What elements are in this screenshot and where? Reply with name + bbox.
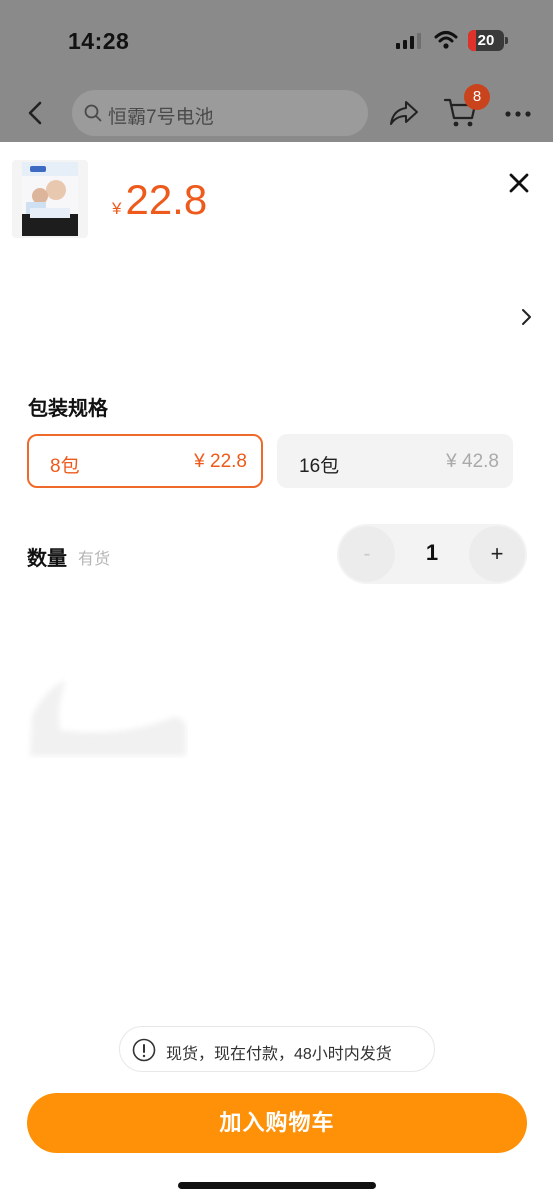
status-bar: 14:28 20 [0, 0, 553, 84]
spec-option-name: 16包 [299, 456, 340, 477]
search-placeholder: 恒霸7号电池 [108, 107, 214, 128]
more-icon[interactable] [504, 110, 532, 118]
shipping-notice-text: 现货，现在付款，48小时内发货 [166, 1046, 392, 1063]
quantity-value[interactable]: 1 [407, 540, 457, 566]
spec-option-16-pack[interactable]: 16包 ¥ 42.8 [277, 434, 513, 488]
add-to-cart-button[interactable]: 加入购物车 [27, 1093, 527, 1153]
increase-button[interactable]: + [469, 526, 525, 582]
price-currency: ¥ [112, 199, 122, 218]
search-icon [84, 104, 102, 122]
search-input[interactable]: 恒霸7号电池 [72, 90, 368, 136]
cart-badge: 8 [464, 84, 490, 110]
share-icon[interactable] [388, 98, 420, 128]
status-time: 14:28 [68, 28, 130, 54]
spec-option-price: ¥ 42.8 [446, 451, 499, 472]
info-icon [132, 1038, 156, 1062]
wifi-icon [434, 31, 458, 49]
close-icon[interactable] [508, 172, 530, 194]
nav-bar: 恒霸7号电池 8 [0, 84, 553, 142]
battery-indicator: 20 [468, 30, 508, 51]
price-value: 22.8 [125, 176, 208, 223]
stock-status: 有货 [78, 551, 111, 568]
product-thumbnail[interactable] [12, 160, 88, 238]
spec-option-8-pack[interactable]: 8包 ¥ 22.8 [27, 434, 263, 488]
blurred-placeholder [30, 680, 186, 756]
battery-level: 20 [477, 32, 495, 49]
product-image [22, 162, 78, 236]
quantity-stepper: - 1 + [337, 524, 527, 584]
background-page: 14:28 20 恒霸7号电池 8 [0, 0, 553, 142]
price-display: ¥22.8 [112, 176, 207, 224]
shipping-notice: 现货，现在付款，48小时内发货 [119, 1026, 435, 1072]
sku-sheet: ¥22.8 包装规格 8包 ¥ 22.8 16包 ¥ 42.8 数量 有货 - … [0, 142, 553, 1200]
home-indicator [178, 1182, 376, 1189]
back-icon[interactable] [24, 100, 46, 126]
spec-option-name: 8包 [50, 456, 80, 477]
spec-option-price: ¥ 22.8 [194, 451, 247, 472]
chevron-right-icon[interactable] [520, 308, 532, 326]
quantity-label: 数量 [27, 548, 67, 570]
decrease-button[interactable]: - [339, 526, 395, 582]
spec-title: 包装规格 [28, 398, 108, 420]
signal-icon [396, 33, 421, 49]
